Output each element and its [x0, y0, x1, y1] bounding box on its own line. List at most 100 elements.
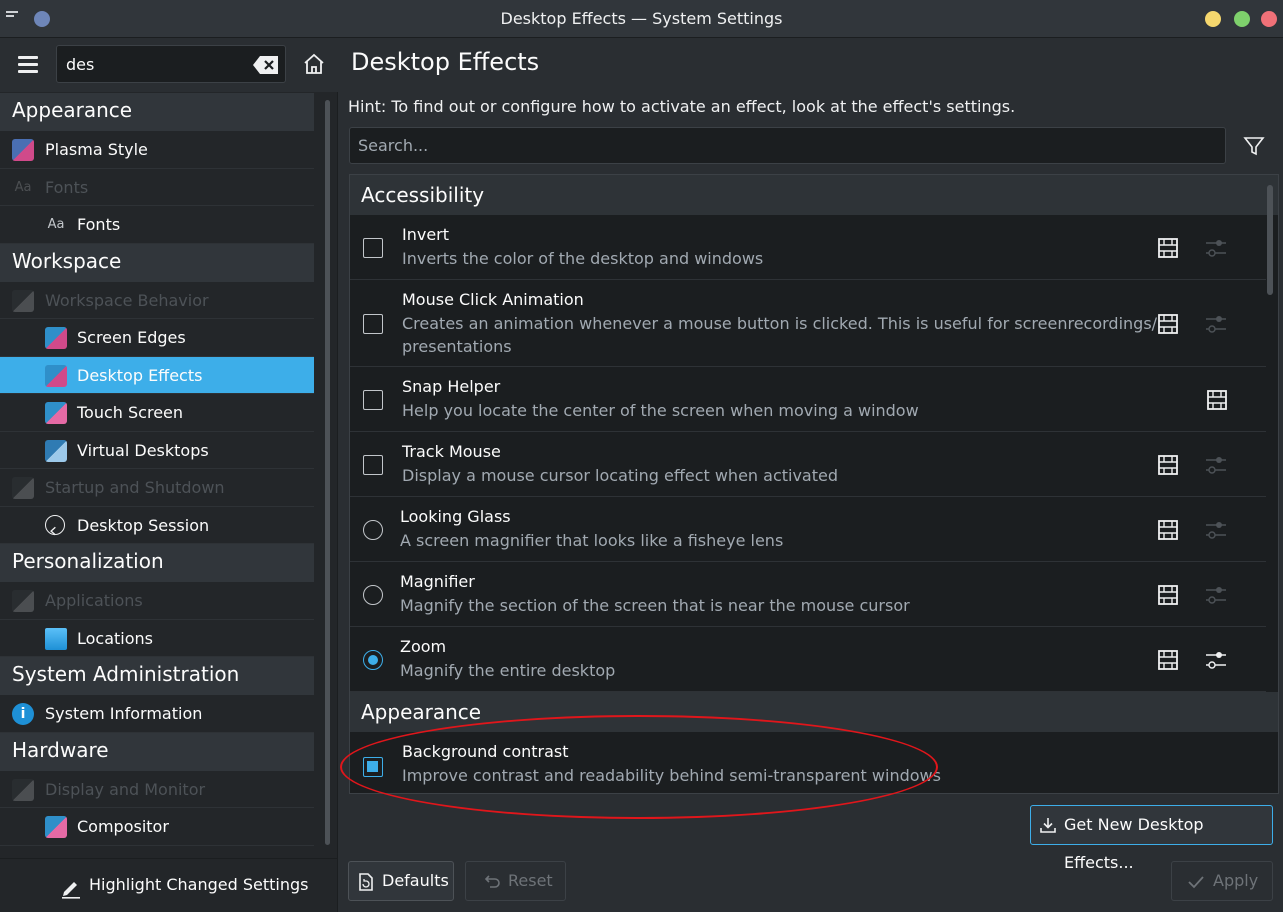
effect-description-line2: presentations	[402, 337, 512, 356]
effects-search-input[interactable]	[350, 128, 1225, 163]
hint-text: Hint: To find out or configure how to ac…	[348, 97, 1016, 116]
sidebar-item-plasma-style[interactable]: Plasma Style	[0, 131, 314, 169]
section-header-accessibility: Accessibility	[350, 175, 1278, 215]
desktop-session-icon	[45, 514, 65, 535]
effect-description: Magnify the entire desktop	[400, 661, 616, 680]
close-button[interactable]	[1261, 11, 1277, 27]
effect-description: Display a mouse cursor locating effect w…	[402, 466, 839, 485]
highlight-changed-settings-button[interactable]: Highlight Changed Settings	[0, 858, 338, 912]
clear-search-icon[interactable]	[252, 55, 280, 75]
effect-name: Looking Glass	[400, 507, 511, 526]
effect-row-invert: Invert Inverts the color of the desktop a…	[350, 215, 1266, 280]
effect-radio[interactable]	[363, 520, 383, 540]
sidebar-item-system-information[interactable]: i System Information	[0, 695, 314, 733]
effect-description: Inverts the color of the desktop and win…	[402, 249, 764, 268]
effects-list-scrollbar[interactable]	[1267, 185, 1273, 295]
sidebar-item-startup-and-shutdown: Startup and Shutdown	[0, 469, 314, 507]
apply-label: Apply	[1213, 871, 1259, 890]
effect-radio[interactable]	[363, 650, 383, 670]
effect-checkbox[interactable]	[363, 238, 383, 258]
sidebar-scrollbar[interactable]	[322, 95, 332, 850]
effect-name: Magnifier	[400, 572, 475, 591]
home-icon[interactable]	[302, 52, 326, 76]
main-panel: Desktop Effects Hint: To find out or con…	[339, 38, 1283, 912]
video-preview-icon[interactable]	[1157, 649, 1179, 671]
reset-label: Reset	[508, 871, 553, 890]
effect-row-track-mouse: Track Mouse Display a mouse cursor locati…	[350, 432, 1266, 497]
sidebar-item-virtual-desktops[interactable]: Virtual Desktops	[0, 432, 314, 469]
sidebar-item-desktop-effects[interactable]: Desktop Effects	[0, 356, 314, 394]
effect-name: Track Mouse	[402, 442, 501, 461]
effect-name: Snap Helper	[402, 377, 501, 396]
configure-settings-icon	[1205, 519, 1227, 541]
startup-and-shutdown-icon	[12, 477, 34, 499]
sidebar-list: Appearance Plasma Style Aa Fonts Aa Fonts Work…	[0, 93, 314, 853]
undo-icon	[484, 875, 500, 888]
effect-name: Zoom	[400, 637, 447, 656]
effect-row-snap-helper: Snap Helper Help you locate the center of…	[350, 367, 1266, 432]
screen-edges-icon	[45, 327, 67, 349]
effect-radio[interactable]	[363, 585, 383, 605]
sidebar: des Appearance Plasma Style Aa Fonts Aa Fonts…	[0, 38, 338, 912]
effect-description: Improve contrast and readability behind …	[402, 766, 941, 785]
sidebar-item-fonts[interactable]: Aa Fonts	[0, 206, 314, 244]
window-title: Desktop Effects — System Settings	[500, 9, 783, 28]
sidebar-item-label: Fonts	[45, 177, 89, 197]
applications-icon	[12, 590, 34, 612]
configure-settings-icon	[1205, 584, 1227, 606]
sidebar-category-appearance: Appearance	[0, 93, 314, 131]
effect-name: Mouse Click Animation	[402, 290, 584, 309]
apply-button[interactable]: Apply	[1171, 861, 1273, 901]
video-preview-icon[interactable]	[1157, 519, 1179, 541]
video-preview-icon[interactable]	[1206, 389, 1228, 411]
effect-checkbox[interactable]	[363, 314, 383, 334]
video-preview-icon[interactable]	[1157, 454, 1179, 476]
compositor-icon	[45, 816, 67, 838]
effect-checkbox[interactable]	[363, 390, 383, 410]
page-title: Desktop Effects	[351, 48, 540, 76]
effect-checkbox[interactable]	[363, 757, 383, 777]
video-preview-icon[interactable]	[1157, 313, 1179, 335]
effect-name: Background contrast	[402, 742, 569, 761]
configure-settings-icon	[1205, 313, 1227, 335]
touch-screen-icon	[45, 402, 67, 424]
effect-checkbox[interactable]	[363, 455, 383, 475]
sidebar-item-label: Fonts	[77, 215, 121, 234]
sidebar-category-hardware: Hardware	[0, 732, 314, 771]
effect-name: Invert	[402, 225, 450, 244]
sidebar-item-workspace-behavior: Workspace Behavior	[0, 282, 314, 319]
video-preview-icon[interactable]	[1157, 584, 1179, 606]
get-new-desktop-effects-button[interactable]: Get New Desktop Effects...	[1030, 805, 1273, 872]
configure-settings-icon[interactable]	[1205, 649, 1227, 671]
pen-icon	[62, 882, 80, 899]
sidebar-item-label: System Information	[45, 704, 203, 723]
document-revert-icon	[359, 873, 373, 891]
hamburger-menu-icon[interactable]	[18, 56, 38, 73]
reset-button[interactable]: Reset	[465, 861, 566, 901]
filter-icon[interactable]	[1242, 134, 1266, 158]
section-header-appearance: Appearance	[350, 692, 1278, 732]
sidebar-item-display-and-monitor: Display and Monitor	[0, 771, 314, 808]
sidebar-item-desktop-session[interactable]: Desktop Session	[0, 507, 314, 544]
effect-row-magnifier: Magnifier Magnify the section of the scre…	[350, 562, 1266, 627]
maximize-button[interactable]	[1234, 11, 1250, 27]
sidebar-item-compositor[interactable]: Compositor	[0, 808, 314, 846]
defaults-button[interactable]: Defaults	[348, 861, 454, 901]
sidebar-item-touch-screen[interactable]: Touch Screen	[0, 394, 314, 432]
video-preview-icon[interactable]	[1157, 237, 1179, 259]
sidebar-category-personalization: Personalization	[0, 544, 314, 582]
sidebar-search-value: des	[66, 55, 95, 74]
effect-description: A screen magnifier that looks like a fis…	[400, 531, 784, 550]
effects-search-field[interactable]	[349, 127, 1226, 164]
desktop-effects-icon	[45, 364, 67, 387]
minimize-button[interactable]	[1205, 11, 1221, 27]
sidebar-item-label: Display and Monitor	[45, 779, 206, 799]
sidebar-item-locations[interactable]: Locations	[0, 620, 314, 657]
virtual-desktops-icon	[45, 439, 67, 462]
sidebar-item-screen-edges[interactable]: Screen Edges	[0, 319, 314, 357]
fonts-icon: Aa	[14, 179, 32, 195]
sidebar-search-input[interactable]: des	[56, 45, 286, 83]
sidebar-item-applications: Applications	[0, 582, 314, 620]
sidebar-item-label: Desktop Session	[77, 515, 210, 535]
highlight-changed-settings-label: Highlight Changed Settings	[89, 875, 309, 894]
